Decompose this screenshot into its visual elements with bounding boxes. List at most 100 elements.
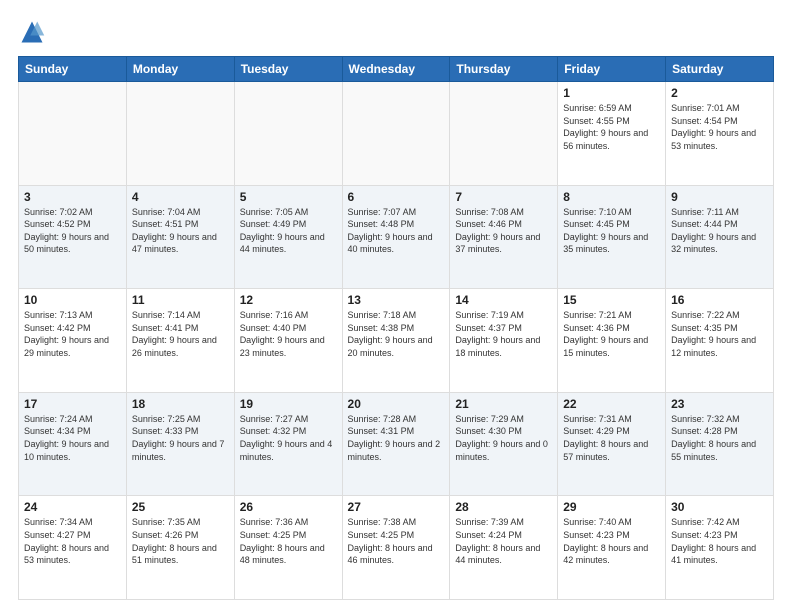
day-number: 18 [132,397,229,411]
day-info: Sunrise: 7:04 AM Sunset: 4:51 PM Dayligh… [132,206,229,256]
day-number: 11 [132,293,229,307]
day-number: 14 [455,293,552,307]
day-number: 27 [348,500,445,514]
calendar-cell: 26 Sunrise: 7:36 AM Sunset: 4:25 PM Dayli… [234,496,342,600]
calendar-cell: 16 Sunrise: 7:22 AM Sunset: 4:35 PM Dayli… [666,289,774,393]
day-info: Sunrise: 7:10 AM Sunset: 4:45 PM Dayligh… [563,206,660,256]
weekday-header-saturday: Saturday [666,57,774,82]
calendar-cell: 22 Sunrise: 7:31 AM Sunset: 4:29 PM Dayli… [558,392,666,496]
day-info: Sunrise: 7:07 AM Sunset: 4:48 PM Dayligh… [348,206,445,256]
page: SundayMondayTuesdayWednesdayThursdayFrid… [0,0,792,612]
calendar-cell: 23 Sunrise: 7:32 AM Sunset: 4:28 PM Dayli… [666,392,774,496]
day-number: 19 [240,397,337,411]
calendar-cell: 17Sunrise: 7:24 AM Sunset: 4:34 PM Dayli… [19,392,127,496]
calendar-cell: 1 Sunrise: 6:59 AM Sunset: 4:55 PM Daylig… [558,82,666,186]
day-info: Sunrise: 7:35 AM Sunset: 4:26 PM Dayligh… [132,516,229,566]
day-number: 5 [240,190,337,204]
day-number: 15 [563,293,660,307]
calendar-cell: 19Sunrise: 7:27 AM Sunset: 4:32 PM Dayli… [234,392,342,496]
day-number: 10 [24,293,121,307]
day-number: 7 [455,190,552,204]
day-info: Sunrise: 7:14 AM Sunset: 4:41 PM Dayligh… [132,309,229,359]
calendar-cell: 30 Sunrise: 7:42 AM Sunset: 4:23 PM Dayli… [666,496,774,600]
calendar-table: SundayMondayTuesdayWednesdayThursdayFrid… [18,56,774,600]
day-number: 3 [24,190,121,204]
calendar-cell: 18 Sunrise: 7:25 AM Sunset: 4:33 PM Dayli… [126,392,234,496]
calendar-cell: 11 Sunrise: 7:14 AM Sunset: 4:41 PM Dayli… [126,289,234,393]
calendar-cell: 28Sunrise: 7:39 AM Sunset: 4:24 PM Dayli… [450,496,558,600]
day-info: Sunrise: 7:38 AM Sunset: 4:25 PM Dayligh… [348,516,445,566]
day-number: 22 [563,397,660,411]
day-number: 26 [240,500,337,514]
day-info: Sunrise: 7:24 AM Sunset: 4:34 PM Dayligh… [24,413,121,463]
day-info: Sunrise: 7:32 AM Sunset: 4:28 PM Dayligh… [671,413,768,463]
calendar-cell: 29Sunrise: 7:40 AM Sunset: 4:23 PM Dayli… [558,496,666,600]
calendar-cell: 27 Sunrise: 7:38 AM Sunset: 4:25 PM Dayli… [342,496,450,600]
calendar-cell: 10Sunrise: 7:13 AM Sunset: 4:42 PM Dayli… [19,289,127,393]
calendar-cell: 9 Sunrise: 7:11 AM Sunset: 4:44 PM Daylig… [666,185,774,289]
day-info: Sunrise: 7:11 AM Sunset: 4:44 PM Dayligh… [671,206,768,256]
calendar-cell: 14 Sunrise: 7:19 AM Sunset: 4:37 PM Dayli… [450,289,558,393]
calendar-cell [234,82,342,186]
day-number: 21 [455,397,552,411]
calendar-cell [19,82,127,186]
day-number: 28 [455,500,552,514]
weekday-header-sunday: Sunday [19,57,127,82]
day-number: 30 [671,500,768,514]
week-row-5: 24 Sunrise: 7:34 AM Sunset: 4:27 PM Dayli… [19,496,774,600]
day-info: Sunrise: 7:19 AM Sunset: 4:37 PM Dayligh… [455,309,552,359]
logo [18,18,50,46]
day-info: Sunrise: 7:08 AM Sunset: 4:46 PM Dayligh… [455,206,552,256]
day-info: Sunrise: 7:25 AM Sunset: 4:33 PM Dayligh… [132,413,229,463]
day-info: Sunrise: 7:18 AM Sunset: 4:38 PM Dayligh… [348,309,445,359]
weekday-header-row: SundayMondayTuesdayWednesdayThursdayFrid… [19,57,774,82]
day-info: Sunrise: 7:05 AM Sunset: 4:49 PM Dayligh… [240,206,337,256]
day-number: 13 [348,293,445,307]
calendar-cell: 7 Sunrise: 7:08 AM Sunset: 4:46 PM Daylig… [450,185,558,289]
day-info: Sunrise: 7:21 AM Sunset: 4:36 PM Dayligh… [563,309,660,359]
day-info: Sunrise: 7:02 AM Sunset: 4:52 PM Dayligh… [24,206,121,256]
weekday-header-tuesday: Tuesday [234,57,342,82]
day-number: 29 [563,500,660,514]
day-info: Sunrise: 7:42 AM Sunset: 4:23 PM Dayligh… [671,516,768,566]
week-row-3: 10Sunrise: 7:13 AM Sunset: 4:42 PM Dayli… [19,289,774,393]
day-number: 16 [671,293,768,307]
day-info: Sunrise: 7:36 AM Sunset: 4:25 PM Dayligh… [240,516,337,566]
calendar-cell: 3 Sunrise: 7:02 AM Sunset: 4:52 PM Daylig… [19,185,127,289]
day-number: 8 [563,190,660,204]
calendar-cell: 25Sunrise: 7:35 AM Sunset: 4:26 PM Dayli… [126,496,234,600]
day-number: 9 [671,190,768,204]
day-info: Sunrise: 6:59 AM Sunset: 4:55 PM Dayligh… [563,102,660,152]
calendar-cell: 15 Sunrise: 7:21 AM Sunset: 4:36 PM Dayli… [558,289,666,393]
day-number: 12 [240,293,337,307]
logo-icon [18,18,46,46]
day-info: Sunrise: 7:34 AM Sunset: 4:27 PM Dayligh… [24,516,121,566]
calendar-cell [126,82,234,186]
weekday-header-wednesday: Wednesday [342,57,450,82]
day-number: 23 [671,397,768,411]
day-number: 2 [671,86,768,100]
day-number: 6 [348,190,445,204]
weekday-header-friday: Friday [558,57,666,82]
day-number: 20 [348,397,445,411]
day-number: 4 [132,190,229,204]
calendar-cell [342,82,450,186]
calendar-cell: 21 Sunrise: 7:29 AM Sunset: 4:30 PM Dayli… [450,392,558,496]
day-info: Sunrise: 7:16 AM Sunset: 4:40 PM Dayligh… [240,309,337,359]
day-info: Sunrise: 7:01 AM Sunset: 4:54 PM Dayligh… [671,102,768,152]
day-info: Sunrise: 7:22 AM Sunset: 4:35 PM Dayligh… [671,309,768,359]
calendar-cell: 20Sunrise: 7:28 AM Sunset: 4:31 PM Dayli… [342,392,450,496]
day-info: Sunrise: 7:31 AM Sunset: 4:29 PM Dayligh… [563,413,660,463]
day-number: 24 [24,500,121,514]
day-number: 1 [563,86,660,100]
calendar-cell: 24 Sunrise: 7:34 AM Sunset: 4:27 PM Dayli… [19,496,127,600]
weekday-header-thursday: Thursday [450,57,558,82]
calendar-cell: 5 Sunrise: 7:05 AM Sunset: 4:49 PM Daylig… [234,185,342,289]
week-row-1: 1 Sunrise: 6:59 AM Sunset: 4:55 PM Daylig… [19,82,774,186]
calendar-cell: 6 Sunrise: 7:07 AM Sunset: 4:48 PM Daylig… [342,185,450,289]
calendar-cell: 4 Sunrise: 7:04 AM Sunset: 4:51 PM Daylig… [126,185,234,289]
header [18,18,774,46]
week-row-4: 17Sunrise: 7:24 AM Sunset: 4:34 PM Dayli… [19,392,774,496]
day-info: Sunrise: 7:29 AM Sunset: 4:30 PM Dayligh… [455,413,552,463]
calendar-cell: 8 Sunrise: 7:10 AM Sunset: 4:45 PM Daylig… [558,185,666,289]
